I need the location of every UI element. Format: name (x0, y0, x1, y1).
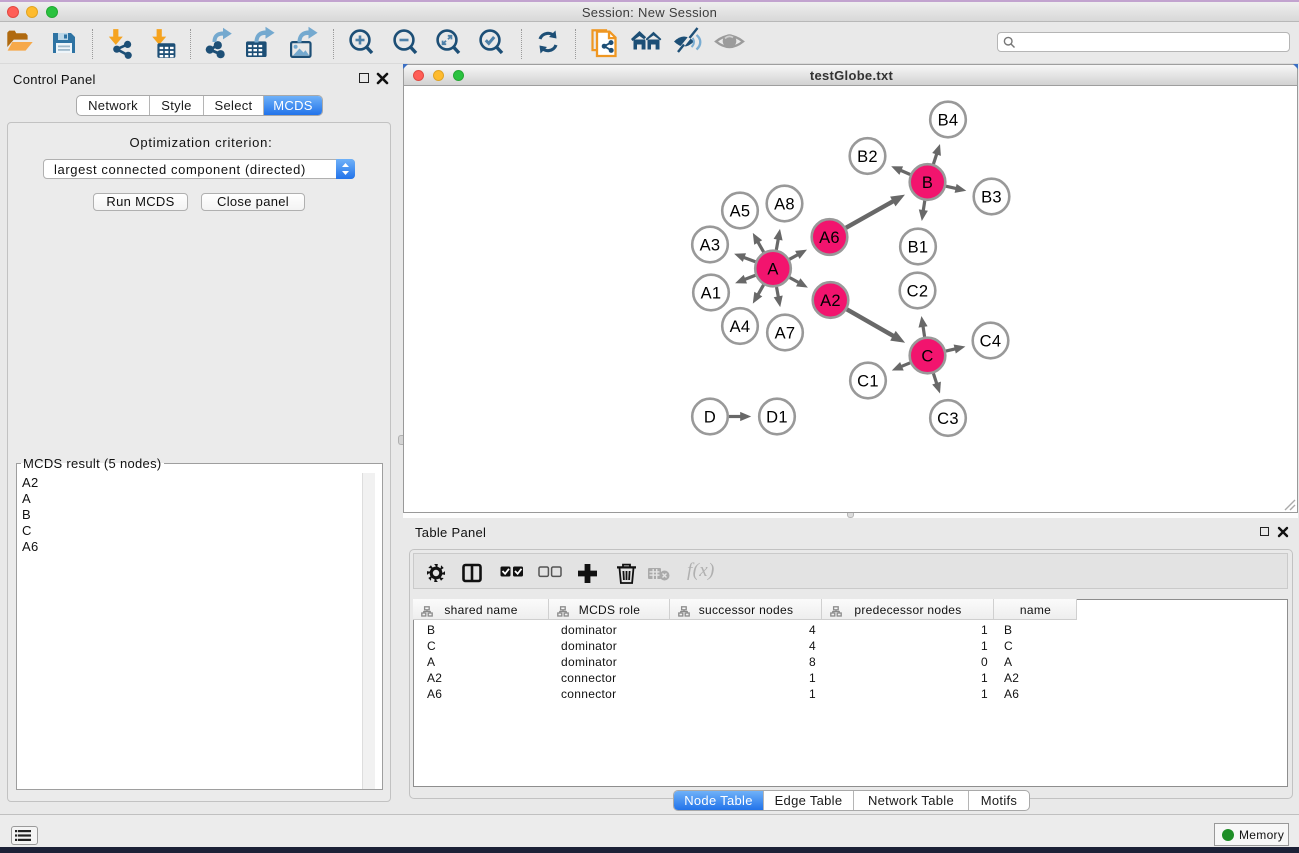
svg-text:A1: A1 (701, 284, 722, 302)
svg-text:B: B (922, 174, 933, 192)
svg-text:A: A (767, 260, 778, 278)
svg-text:A4: A4 (730, 318, 751, 336)
svg-text:B4: B4 (938, 111, 959, 129)
svg-text:B3: B3 (981, 188, 1002, 206)
svg-text:D: D (704, 408, 716, 426)
svg-text:A3: A3 (700, 236, 721, 254)
svg-text:C1: C1 (857, 372, 879, 390)
svg-text:D1: D1 (766, 408, 788, 426)
svg-text:B2: B2 (857, 148, 878, 166)
svg-text:B1: B1 (908, 238, 929, 256)
svg-text:A2: A2 (820, 292, 841, 310)
svg-text:C: C (921, 347, 933, 365)
svg-text:A6: A6 (819, 229, 840, 247)
svg-text:C3: C3 (937, 410, 959, 428)
svg-text:A7: A7 (775, 324, 796, 342)
svg-text:C2: C2 (907, 282, 929, 300)
svg-text:A5: A5 (730, 202, 751, 220)
svg-text:A8: A8 (774, 195, 795, 213)
svg-text:C4: C4 (980, 332, 1002, 350)
